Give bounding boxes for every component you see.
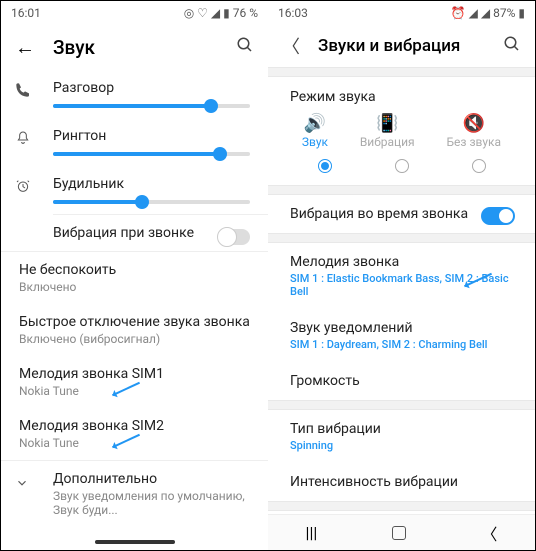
- status-icons: ⏰ ◢ ◢ 87% ▮: [451, 6, 525, 20]
- status-bar: 16:01 ◎ ♡ ◢ ▮ 76 %: [1, 1, 268, 25]
- app-header: 〈 Звуки и вибрация: [268, 25, 535, 67]
- more-row[interactable]: Дополнительно Звук уведомления по умолча…: [1, 461, 268, 527]
- bell-icon: [15, 130, 33, 150]
- radio-mute[interactable]: [472, 159, 486, 173]
- vib-intensity-row[interactable]: Интенсивность вибрации: [268, 463, 535, 501]
- phone-icon: [15, 82, 33, 102]
- mute-icon: 🔇: [446, 113, 501, 135]
- talk-slider[interactable]: [53, 104, 250, 108]
- status-icons: ◎ ♡ ◢ ▮ 76 %: [184, 6, 258, 20]
- ringtone-slider[interactable]: [53, 152, 250, 156]
- radio-sound[interactable]: [318, 159, 332, 173]
- nav-home[interactable]: [392, 526, 406, 540]
- volume-row[interactable]: Громкость: [268, 362, 535, 400]
- mode-vibration[interactable]: 📳 Вибрация: [360, 113, 415, 149]
- vib-type-row[interactable]: Тип вибрации Spinning: [268, 410, 535, 463]
- mode-sound[interactable]: 🔊 Звук: [302, 113, 328, 149]
- nav-recents[interactable]: |||: [306, 523, 318, 542]
- sim2-ringtone-row[interactable]: Мелодия звонка SIM2 Nokia Tune: [1, 408, 268, 460]
- search-icon[interactable]: [236, 36, 254, 59]
- alarm-volume-row[interactable]: Будильник: [1, 166, 268, 214]
- speaker-icon: 🔊: [302, 113, 328, 135]
- app-header: ← Звук: [1, 25, 268, 70]
- sim1-ringtone-row[interactable]: Мелодия звонка SIM1 Nokia Tune: [1, 356, 268, 408]
- vibrate-ring-toggle[interactable]: [481, 207, 515, 225]
- talk-volume-row[interactable]: Разговор: [1, 70, 268, 118]
- sound-modes: 🔊 Звук 📳 Вибрация 🔇 Без звука: [268, 113, 535, 155]
- nav-back[interactable]: 〈: [481, 521, 497, 545]
- vibration-icon: 📳: [360, 113, 415, 135]
- clock: 16:01: [11, 6, 41, 20]
- ringtone-row[interactable]: Мелодия звонка SIM 1 : Elastic Bookmark …: [268, 243, 535, 309]
- nav-bar: ||| 〈: [268, 514, 535, 550]
- alarm-slider[interactable]: [53, 200, 250, 204]
- page-title: Звук: [53, 36, 218, 59]
- chevron-down-icon: [15, 475, 33, 494]
- back-icon[interactable]: 〈: [282, 33, 300, 59]
- back-icon[interactable]: ←: [15, 35, 35, 60]
- vibrate-toggle[interactable]: [218, 229, 250, 245]
- notification-row[interactable]: Звук уведомлений SIM 1 : Daydream, SIM 2…: [268, 309, 535, 362]
- sound-mode-title: Режим звука: [268, 77, 535, 113]
- nav-pill[interactable]: [95, 540, 175, 544]
- search-icon[interactable]: [503, 35, 521, 57]
- dnd-row[interactable]: Не беспокоить Включено: [1, 252, 268, 304]
- vibrate-while-ring-row[interactable]: Вибрация во время звонка: [268, 195, 535, 233]
- status-bar: 16:03 ⏰ ◢ ◢ 87% ▮: [268, 1, 535, 25]
- ringtone-volume-row[interactable]: Рингтон: [1, 118, 268, 166]
- mode-mute[interactable]: 🔇 Без звука: [446, 113, 501, 149]
- vibrate-on-call-row[interactable]: Вибрация при звонке: [1, 215, 268, 251]
- page-title: Звуки и вибрация: [318, 36, 485, 56]
- radio-vibration[interactable]: [395, 159, 409, 173]
- clock: 16:03: [278, 6, 308, 20]
- alarm-icon: [15, 178, 33, 198]
- quick-mute-row[interactable]: Быстрое отключение звука звонка Включено…: [1, 304, 268, 356]
